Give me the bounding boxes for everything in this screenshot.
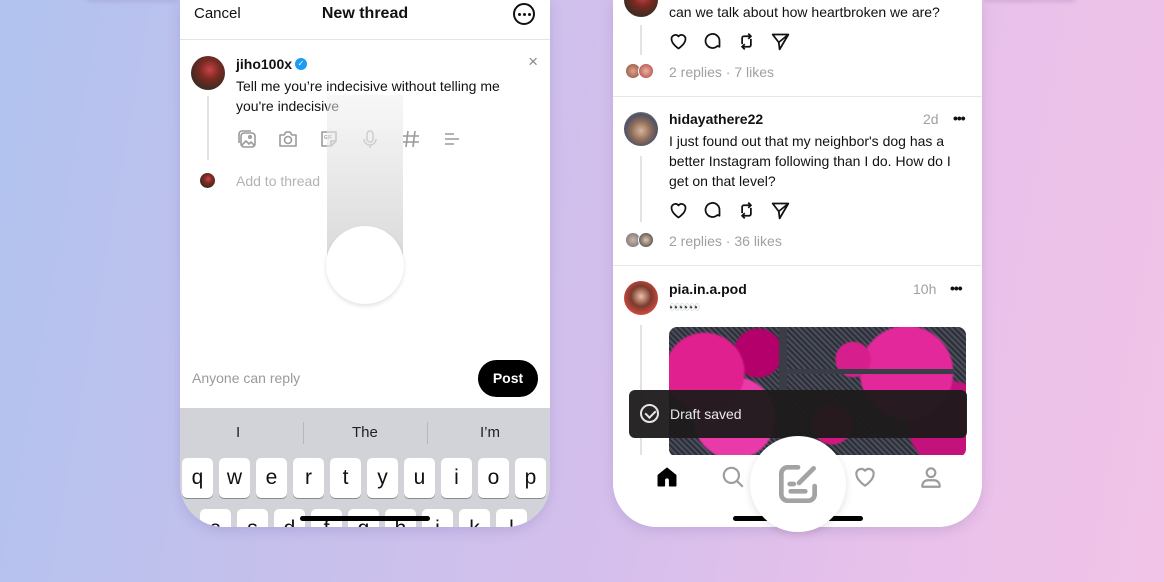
repost-icon[interactable] xyxy=(736,200,757,221)
suggestion[interactable]: The xyxy=(352,424,378,441)
post-caption: 👀👀👀 xyxy=(669,302,701,312)
toast: Draft saved xyxy=(629,390,967,438)
key[interactable]: k xyxy=(459,509,490,527)
key[interactable]: p xyxy=(515,458,546,498)
more-icon[interactable]: ••• xyxy=(950,280,963,296)
home-indicator xyxy=(300,516,430,521)
hashtag-icon[interactable] xyxy=(400,128,422,150)
post-text: I just found out that my neighbor's dog … xyxy=(669,133,951,189)
thread-line xyxy=(640,25,642,55)
avatar xyxy=(191,56,225,90)
tab-compose[interactable] xyxy=(750,436,846,532)
check-circle-icon xyxy=(640,404,659,423)
comment-icon[interactable] xyxy=(702,31,723,52)
more-circle-icon[interactable] xyxy=(513,3,535,25)
home-icon xyxy=(657,467,677,487)
heart-icon xyxy=(855,467,875,487)
key[interactable]: r xyxy=(293,458,324,498)
composer-header: Cancel New thread xyxy=(180,0,550,40)
camera-icon[interactable] xyxy=(277,128,299,150)
heart-icon[interactable] xyxy=(668,200,689,221)
key[interactable]: q xyxy=(182,458,213,498)
thread-line xyxy=(640,156,642,222)
key[interactable]: e xyxy=(256,458,287,498)
avatar xyxy=(624,281,658,315)
divider xyxy=(613,96,982,97)
image-detail xyxy=(784,369,954,374)
toast-text: Draft saved xyxy=(670,406,742,422)
share-icon[interactable] xyxy=(770,31,791,52)
close-icon[interactable]: × xyxy=(528,52,538,72)
key[interactable]: l xyxy=(496,509,527,527)
avatar xyxy=(624,112,658,146)
more-icon[interactable]: ••• xyxy=(953,110,966,126)
compose-icon xyxy=(778,464,818,504)
search-icon xyxy=(722,466,744,488)
keyboard-suggestions: I The I’m xyxy=(180,408,550,456)
post-time: 2d xyxy=(923,111,939,127)
heart-icon[interactable] xyxy=(668,31,689,52)
key[interactable]: u xyxy=(404,458,435,498)
reply-avatars xyxy=(625,232,657,248)
background-shadow xyxy=(982,0,1077,2)
repost-icon[interactable] xyxy=(736,31,757,52)
key[interactable]: t xyxy=(330,458,361,498)
divider xyxy=(427,422,428,444)
username[interactable]: pia.in.a.pod xyxy=(669,281,747,297)
key[interactable]: a xyxy=(200,509,231,527)
key[interactable]: o xyxy=(478,458,509,498)
background-shadow xyxy=(85,0,180,2)
keyboard-row: q w e r t y u i o p xyxy=(182,458,546,498)
username[interactable]: hidayathere22 xyxy=(669,111,763,127)
post-actions xyxy=(668,200,791,221)
avatar-small xyxy=(200,173,215,188)
key[interactable]: w xyxy=(219,458,250,498)
suggestion[interactable]: I’m xyxy=(480,424,500,441)
gallery-icon[interactable] xyxy=(236,128,258,150)
key[interactable]: y xyxy=(367,458,398,498)
divider xyxy=(303,422,304,444)
comment-icon[interactable] xyxy=(702,200,723,221)
avatar-mini xyxy=(638,63,654,79)
username: jiho100x xyxy=(236,56,293,72)
verified-badge-icon: ✓ xyxy=(295,58,307,70)
key[interactable]: i xyxy=(441,458,472,498)
post-button[interactable]: Post xyxy=(478,360,538,397)
post-text: can we talk about how heartbroken we are… xyxy=(669,4,940,20)
avatar-mini xyxy=(638,232,654,248)
list-icon[interactable] xyxy=(441,128,463,150)
suggestion[interactable]: I xyxy=(236,424,240,441)
share-icon[interactable] xyxy=(770,200,791,221)
add-to-thread-input[interactable]: Add to thread xyxy=(236,173,320,189)
thread-line xyxy=(207,96,209,160)
key[interactable]: s xyxy=(237,509,268,527)
avatar xyxy=(624,0,658,17)
post-stats[interactable]: 2 replies · 7 likes xyxy=(669,64,774,80)
tab-activity[interactable] xyxy=(851,463,879,491)
post-actions xyxy=(668,31,791,52)
post-time: 10h xyxy=(913,281,937,297)
tab-profile[interactable] xyxy=(917,463,945,491)
post-stats[interactable]: 2 replies · 36 likes xyxy=(669,233,782,249)
profile-icon xyxy=(921,467,941,488)
reply-avatars xyxy=(625,63,657,79)
divider xyxy=(613,265,982,266)
tab-search[interactable] xyxy=(719,463,747,491)
keyboard: I The I’m q w e r t y u i o p a s d f g … xyxy=(180,408,550,527)
reply-setting-button[interactable]: Anyone can reply xyxy=(192,370,300,386)
composer-phone: Cancel New thread jiho100x ✓ × Tell me y… xyxy=(180,0,550,527)
page-title: New thread xyxy=(321,5,409,22)
tab-home[interactable] xyxy=(653,463,681,491)
drag-handle[interactable] xyxy=(326,226,404,304)
